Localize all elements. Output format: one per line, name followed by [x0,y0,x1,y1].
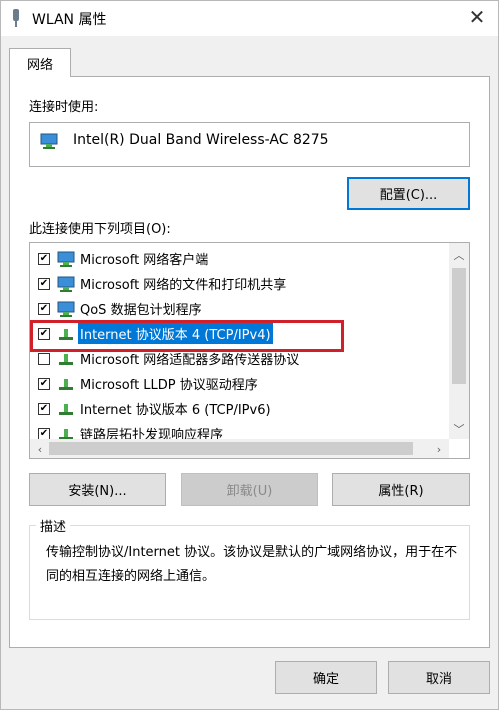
network-client-icon [57,276,75,292]
network-adapter-icon [40,133,58,149]
tab-network[interactable]: 网络 [9,48,71,77]
item-checkbox[interactable]: ✔ [38,402,50,415]
protocol-icon [59,403,73,415]
item-checkbox[interactable]: ✔ [38,377,50,390]
close-icon: ✕ [468,5,486,29]
item-checkbox[interactable]: ✔ [38,277,50,290]
cancel-button[interactable]: 取消 [388,661,490,694]
scroll-right-icon[interactable]: › [430,440,448,458]
vertical-scroll-thumb[interactable] [452,268,466,384]
items-label: 此连接使用下列项目(O): [29,222,171,237]
scroll-left-icon[interactable]: ‹ [31,440,49,458]
list-item[interactable]: ✔ Microsoft 网络客户端 [30,246,450,271]
highlight-annotation [30,320,344,352]
protocol-icon [59,378,73,390]
uninstall-button[interactable]: 卸载(U) [181,473,318,506]
list-item[interactable]: ✔ Microsoft LLDP 协议驱动程序 [30,371,450,396]
list-item[interactable]: ✔ Microsoft 网络的文件和打印机共享 [30,271,450,296]
list-item[interactable]: ✔ QoS 数据包计划程序 [30,296,450,321]
item-checkbox[interactable]: ✔ [38,427,50,440]
description-title: 描述 [36,516,71,535]
item-checkbox[interactable]: ✔ [38,302,50,315]
network-client-icon [57,251,75,267]
close-button[interactable]: ✕ [458,2,496,32]
list-item[interactable]: ✔ Internet 协议版本 6 (TCP/IPv6) [30,396,450,421]
network-properties-icon [13,9,19,27]
connect-using-label: 连接时使用: [29,100,99,115]
item-label: Microsoft 网络客户端 [80,253,209,268]
ok-button[interactable]: 确定 [275,661,377,694]
scroll-up-icon[interactable]: ︿ [450,246,468,264]
properties-button[interactable]: 属性(R) [332,473,470,506]
horizontal-scroll-thumb[interactable] [49,442,413,455]
item-checkbox[interactable] [38,352,50,365]
scroll-down-icon[interactable]: ﹀ [450,420,468,438]
item-label: Microsoft 网络的文件和打印机共享 [80,278,287,293]
configure-button[interactable]: 配置(C)... [347,177,470,210]
window-title: WLAN 属性 [32,12,107,28]
network-client-icon [57,301,75,317]
item-checkbox[interactable]: ✔ [38,252,50,265]
adapter-name: Intel(R) Dual Band Wireless-AC 8275 [73,132,329,148]
protocol-icon [59,353,73,365]
item-label: Internet 协议版本 6 (TCP/IPv6) [80,403,271,418]
item-label: QoS 数据包计划程序 [80,303,202,318]
item-label: Microsoft LLDP 协议驱动程序 [80,378,258,393]
install-button[interactable]: 安装(N)... [29,473,166,506]
description-text: 传输控制协议/Internet 协议。该协议是默认的广域网络协议，用于在不同的相… [46,545,458,584]
